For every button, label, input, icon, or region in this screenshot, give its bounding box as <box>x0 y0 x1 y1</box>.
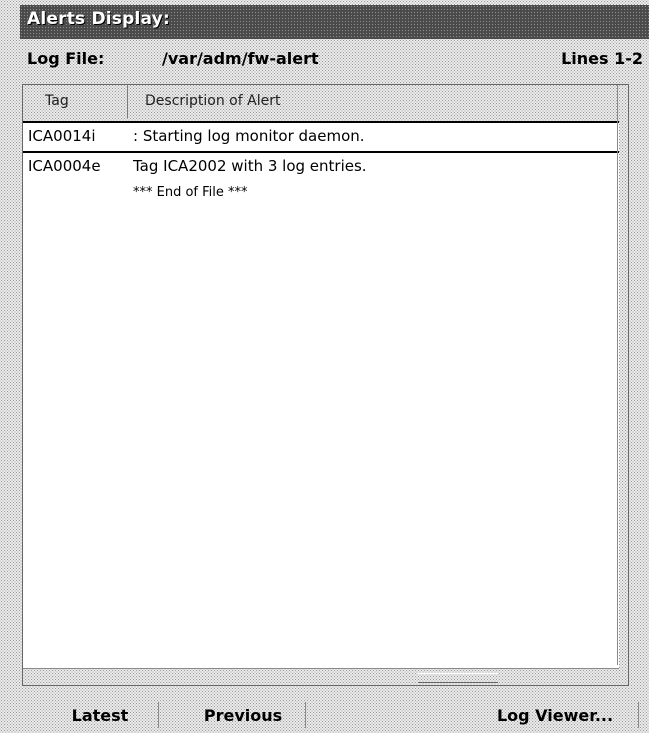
horizontal-scroll-thumb[interactable] <box>418 673 498 683</box>
lines-indicator: Lines 1-2 <box>561 49 643 68</box>
table-row[interactable]: ICA0004e Tag ICA2002 with 3 log entries. <box>23 153 619 181</box>
row-tag: ICA0014i <box>28 127 96 145</box>
horizontal-scrollbar[interactable] <box>23 668 619 685</box>
latest-button[interactable]: Latest <box>40 700 160 730</box>
end-of-file-marker: *** End of File *** <box>133 185 248 200</box>
row-description: : Starting log monitor daemon. <box>133 127 365 145</box>
alerts-list: Tag Description of Alert ICA0014i : Star… <box>22 84 629 686</box>
table-row[interactable]: ICA0014i : Starting log monitor daemon. <box>23 123 619 153</box>
row-tag: ICA0004e <box>28 157 101 175</box>
button-bar: Latest Previous Log Viewer... <box>20 700 649 730</box>
row-description: Tag ICA2002 with 3 log entries. <box>133 157 367 175</box>
log-file-label: Log File: <box>27 49 105 68</box>
log-file-info: Log File: /var/adm/fw-alert Lines 1-2 <box>22 49 649 73</box>
column-header-tag-label: Tag <box>45 93 69 109</box>
previous-button[interactable]: Previous <box>168 700 318 730</box>
alerts-list-body[interactable]: ICA0014i : Starting log monitor daemon. … <box>23 121 619 669</box>
end-of-file-row: *** End of File *** <box>23 181 619 209</box>
button-separator <box>305 702 306 728</box>
vertical-scrollbar[interactable] <box>617 85 628 665</box>
window-title: Alerts Display: <box>27 9 170 29</box>
button-separator <box>158 702 159 728</box>
window-title-bar: Alerts Display: <box>20 5 649 39</box>
list-header: Tag Description of Alert <box>23 85 628 119</box>
column-header-description-label: Description of Alert <box>145 93 281 109</box>
button-separator <box>638 702 639 728</box>
log-file-path: /var/adm/fw-alert <box>162 49 319 68</box>
column-header-tag[interactable]: Tag <box>23 85 128 118</box>
log-viewer-button[interactable]: Log Viewer... <box>470 700 640 730</box>
